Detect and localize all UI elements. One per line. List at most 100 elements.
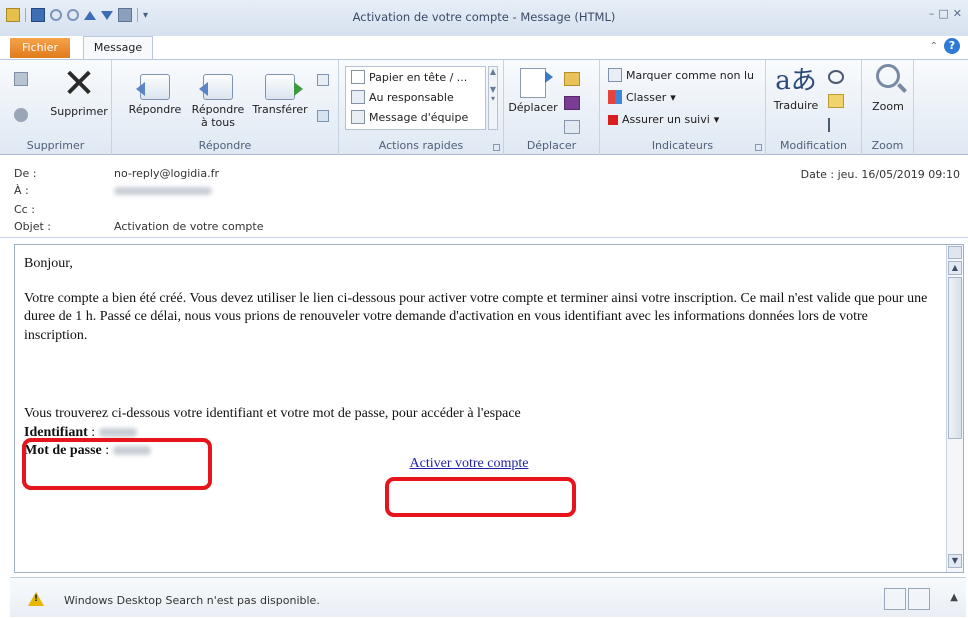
activate-account-link[interactable]: Activer votre compte bbox=[410, 456, 529, 471]
reply-icon bbox=[136, 74, 170, 100]
follow-up-dropdown-icon: ▾ bbox=[713, 113, 720, 126]
follow-up-button[interactable]: Assurer un suivi ▾ bbox=[608, 113, 719, 126]
title-bar: ▾ Activation de votre compte - Message (… bbox=[0, 0, 968, 36]
reply-label: Répondre bbox=[128, 103, 182, 116]
group-zoom: Zoom Zoom bbox=[862, 60, 914, 155]
categorize-button[interactable]: Classer ▾ bbox=[608, 90, 676, 104]
date-label: Date : bbox=[800, 168, 835, 181]
onenote-icon[interactable] bbox=[564, 96, 580, 110]
mark-unread-button[interactable]: Marquer comme non lu bbox=[608, 68, 754, 82]
find-icon[interactable] bbox=[828, 70, 844, 84]
help-area: ⌃ ? bbox=[930, 38, 960, 54]
tab-message[interactable]: Message bbox=[83, 36, 153, 60]
zoom-button[interactable]: Zoom bbox=[866, 64, 910, 113]
group-delete: ✕ Supprimer Supprimer bbox=[0, 60, 112, 155]
group-quick-steps-label: Actions rapides bbox=[378, 139, 464, 152]
to-value-blurred bbox=[114, 184, 212, 197]
tags-launcher-icon[interactable] bbox=[755, 144, 762, 151]
credentials-highlight bbox=[22, 438, 212, 490]
quick-step-letterhead[interactable]: Papier en tête / ... bbox=[351, 70, 467, 84]
delete-button[interactable]: ✕ Supprimer bbox=[48, 61, 110, 118]
ignore-icon[interactable] bbox=[14, 72, 28, 86]
actions-icon[interactable] bbox=[564, 120, 580, 134]
group-move-label: Déplacer bbox=[526, 139, 577, 152]
date-value: jeu. 16/05/2019 09:10 bbox=[837, 168, 960, 181]
follow-up-label: Assurer un suivi bbox=[622, 113, 710, 126]
person-avatar-icon[interactable] bbox=[884, 588, 906, 610]
to-manager-icon bbox=[351, 90, 365, 104]
scroll-down-icon[interactable]: ▼ bbox=[948, 554, 962, 568]
scroll-thumb[interactable] bbox=[948, 277, 962, 439]
subject-value: Activation de votre compte bbox=[114, 220, 264, 233]
tab-file[interactable]: Fichier bbox=[10, 38, 70, 58]
close-button[interactable]: ✕ bbox=[953, 7, 962, 20]
vertical-scrollbar[interactable]: ▲ ▼ bbox=[946, 245, 963, 572]
forward-icon bbox=[265, 74, 303, 100]
letterhead-icon bbox=[351, 70, 365, 84]
body-paragraph: Votre compte a bien été créé. Vous devez… bbox=[24, 290, 928, 343]
help-icon[interactable]: ? bbox=[944, 38, 960, 54]
minimize-ribbon-icon[interactable]: ⌃ bbox=[930, 41, 938, 52]
junk-icon[interactable] bbox=[14, 108, 28, 122]
categorize-icon bbox=[608, 90, 622, 104]
scroll-up-icon[interactable]: ▲ bbox=[948, 261, 962, 275]
to-label: À : bbox=[14, 184, 29, 197]
reply-all-label-2: à tous bbox=[201, 116, 235, 129]
group-delete-label: Supprimer bbox=[26, 139, 85, 152]
group-tags-label: Indicateurs bbox=[651, 139, 714, 152]
reply-all-label-1: Répondre bbox=[191, 103, 245, 116]
delete-x-icon: ✕ bbox=[62, 61, 96, 107]
greeting: Bonjour, bbox=[24, 256, 73, 271]
quick-steps-scroll[interactable]: ▲ ▼ ▾ bbox=[488, 66, 498, 130]
related-icon[interactable] bbox=[828, 94, 844, 108]
minimize-button[interactable]: – bbox=[929, 7, 935, 20]
reply-all-icon bbox=[199, 74, 233, 100]
subject-label: Objet : bbox=[14, 220, 51, 233]
message-body: Bonjour, Votre compte a bien été créé. V… bbox=[14, 244, 964, 573]
zoom-icon bbox=[876, 64, 900, 88]
scroll-options-icon[interactable] bbox=[948, 246, 962, 259]
quick-steps-launcher-icon[interactable] bbox=[493, 144, 500, 151]
group-respond-label: Répondre bbox=[198, 139, 252, 152]
move-label: Déplacer bbox=[508, 101, 558, 114]
activate-link-highlight bbox=[385, 477, 576, 517]
group-quick-steps: Papier en tête / ... Au responsable Mess… bbox=[339, 60, 504, 155]
reply-button[interactable]: Répondre bbox=[124, 74, 186, 116]
quick-step-letterhead-label: Papier en tête / ... bbox=[369, 70, 468, 84]
group-respond: Répondre Répondre à tous Transférer Répo… bbox=[112, 60, 339, 155]
quick-step-manager-label: Au responsable bbox=[369, 90, 454, 104]
more-respond-icon[interactable] bbox=[317, 110, 329, 122]
credentials-intro: Vous trouverez ci-dessous votre identifi… bbox=[24, 406, 521, 421]
meeting-icon[interactable] bbox=[317, 74, 329, 86]
quick-step-team[interactable]: Message d'équipe bbox=[351, 110, 468, 124]
maximize-button[interactable]: □ bbox=[938, 7, 948, 20]
delete-button-label: Supprimer bbox=[50, 105, 108, 118]
from-value[interactable]: no-reply@logidia.fr bbox=[114, 167, 219, 180]
person-avatar-icon[interactable] bbox=[908, 588, 930, 610]
quick-step-manager[interactable]: Au responsable bbox=[351, 90, 454, 104]
expand-people-pane-icon[interactable]: ▲ bbox=[950, 592, 958, 603]
group-editing-label: Modification bbox=[779, 139, 848, 152]
quick-step-team-label: Message d'équipe bbox=[369, 110, 469, 124]
forward-button[interactable]: Transférer bbox=[248, 74, 312, 116]
move-icon bbox=[520, 68, 553, 98]
warning-icon: ! bbox=[28, 592, 44, 606]
translate-label: Traduire bbox=[773, 99, 819, 112]
move-button[interactable]: Déplacer bbox=[508, 68, 558, 114]
reply-all-button[interactable]: Répondre à tous bbox=[186, 74, 250, 129]
forward-label: Transférer bbox=[252, 103, 308, 116]
message-header: De : no-reply@logidia.fr À : Cc : Objet … bbox=[0, 156, 968, 238]
cc-label: Cc : bbox=[14, 203, 35, 216]
team-email-icon bbox=[351, 110, 365, 124]
rules-icon[interactable] bbox=[564, 72, 580, 86]
window-controls: – □ ✕ bbox=[929, 7, 962, 20]
translate-button[interactable]: aあ Traduire bbox=[770, 66, 822, 112]
flag-icon bbox=[608, 114, 618, 125]
translate-icon: aあ bbox=[775, 66, 817, 96]
people-pane-bar: ! Windows Desktop Search n'est pas dispo… bbox=[10, 577, 966, 617]
status-text: Windows Desktop Search n'est pas disponi… bbox=[64, 594, 320, 607]
mark-unread-icon bbox=[608, 68, 622, 82]
ribbon: ✕ Supprimer Supprimer Répondre Répondre … bbox=[0, 59, 968, 155]
group-move: Déplacer Déplacer bbox=[504, 60, 600, 155]
select-icon[interactable] bbox=[828, 118, 840, 132]
